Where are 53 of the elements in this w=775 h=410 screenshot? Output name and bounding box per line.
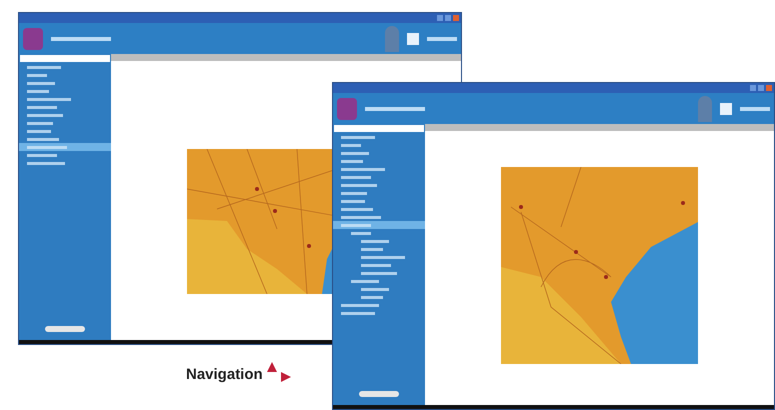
blurred-text bbox=[27, 82, 55, 84]
up-arrow-icon bbox=[266, 362, 277, 372]
logo-icon bbox=[23, 28, 43, 50]
blurred-text bbox=[341, 168, 385, 170]
person-silhouette-icon bbox=[698, 96, 712, 122]
blurred-text bbox=[365, 106, 425, 110]
blurred-text bbox=[361, 272, 397, 274]
sidebar-button[interactable] bbox=[45, 326, 85, 332]
blurred-text bbox=[27, 122, 53, 124]
blurred-text bbox=[27, 74, 47, 76]
blurred-text bbox=[341, 152, 369, 154]
sidebar-button[interactable] bbox=[359, 391, 399, 397]
blurred-text bbox=[27, 66, 61, 68]
blurred-text bbox=[27, 138, 59, 140]
blurred-text bbox=[27, 106, 57, 108]
logo-icon bbox=[337, 98, 357, 120]
blurred-text bbox=[27, 162, 65, 164]
blurred-text bbox=[27, 114, 63, 116]
blurred-text bbox=[361, 296, 383, 298]
blurred-text bbox=[341, 224, 371, 226]
blurred-text bbox=[361, 256, 405, 258]
blurred-text bbox=[27, 130, 51, 132]
sidebar-item[interactable] bbox=[333, 221, 425, 229]
blurred-text bbox=[361, 248, 383, 250]
blurred-text bbox=[341, 208, 373, 210]
blurred-text bbox=[27, 98, 71, 100]
blurred-text bbox=[427, 36, 457, 40]
blurred-text bbox=[341, 304, 379, 306]
blurred-text bbox=[341, 184, 377, 186]
blurred-text bbox=[341, 160, 363, 162]
person-silhouette-icon bbox=[385, 26, 399, 52]
blurred-text bbox=[351, 232, 371, 234]
right-arrow-icon bbox=[280, 372, 291, 382]
sidebar-item[interactable] bbox=[19, 143, 111, 151]
blurred-text bbox=[361, 288, 389, 290]
blurred-text bbox=[361, 240, 389, 242]
blurred-text bbox=[341, 136, 375, 138]
blurred-text bbox=[27, 154, 57, 156]
blurred-text bbox=[27, 90, 49, 92]
badge-icon bbox=[720, 102, 732, 114]
caption: Navigation bbox=[186, 367, 263, 384]
blurred-text bbox=[341, 200, 365, 202]
blurred-text bbox=[351, 280, 379, 282]
blurred-text bbox=[341, 216, 381, 218]
blurred-text bbox=[341, 192, 367, 194]
blurred-text bbox=[27, 146, 67, 148]
blurred-text bbox=[341, 312, 375, 314]
blurred-text bbox=[361, 264, 391, 266]
blurred-text bbox=[51, 36, 111, 40]
badge-icon bbox=[407, 32, 419, 44]
blurred-text bbox=[341, 144, 361, 146]
blurred-text bbox=[341, 176, 371, 178]
blurred-text bbox=[740, 106, 770, 110]
